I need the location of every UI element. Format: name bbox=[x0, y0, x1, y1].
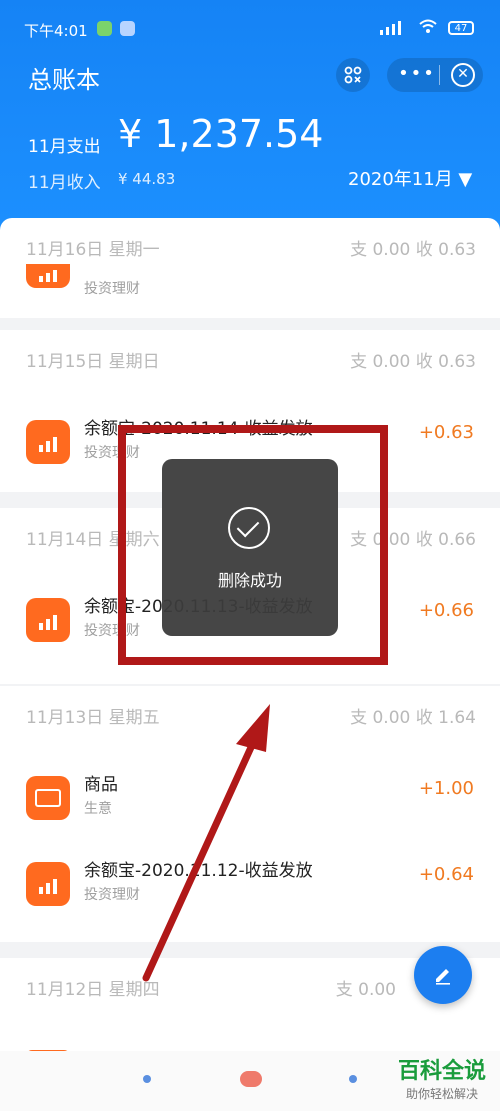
entry-category: 投资理财 bbox=[84, 887, 140, 903]
entry-amount: +0.63 bbox=[418, 422, 474, 443]
entry-title: 商品 bbox=[84, 775, 118, 795]
add-entry-button[interactable] bbox=[414, 946, 472, 1004]
entry-category: 投资理财 bbox=[84, 281, 140, 297]
signal-icon bbox=[380, 21, 408, 35]
system-nav-bar: 百科全说 助你轻松解决 bbox=[0, 1051, 500, 1111]
entry-category: 生意 bbox=[84, 801, 112, 817]
entry-amount: +1.00 bbox=[418, 778, 474, 799]
header-background: 下午4:01 47 总账本 ••• ✕ 11月支出 ¥ 1,237.54 11月… bbox=[0, 0, 500, 240]
miniapp-capsule: ••• ✕ bbox=[387, 58, 483, 92]
income-label: 11月收入 bbox=[28, 173, 101, 193]
day-card: 11月13日 星期五 支 0.00 收 1.64 商品 生意 +1.00 余额宝… bbox=[0, 686, 500, 942]
day-date: 11月15日 星期日 bbox=[26, 352, 160, 372]
entry-title: 余额宝-2020.11.12-收益发放 bbox=[84, 861, 313, 881]
annotation-highlight-box bbox=[118, 425, 388, 665]
app-notification-icon bbox=[120, 21, 135, 36]
day-card: 11月16日 星期一 支 0.00 收 0.63 投资理财 bbox=[0, 218, 500, 318]
day-summary: 支 0.00 收 1.64 bbox=[350, 708, 476, 728]
invest-icon bbox=[26, 598, 70, 642]
list-item[interactable]: 商品 生意 +1.00 bbox=[0, 758, 500, 834]
more-icon[interactable]: ••• bbox=[397, 63, 437, 84]
wechat-notification-icon bbox=[97, 21, 112, 36]
store-icon bbox=[26, 776, 70, 820]
entry-amount: +0.64 bbox=[418, 864, 474, 885]
day-date: 11月13日 星期五 bbox=[26, 708, 160, 728]
pencil-icon bbox=[436, 969, 450, 985]
list-item[interactable]: 余额宝-2020.11.12-收益发放 投资理财 +0.64 bbox=[0, 844, 500, 920]
invest-icon bbox=[26, 420, 70, 464]
day-summary: 支 0.00 bbox=[335, 980, 396, 1000]
month-picker[interactable]: 2020年11月 ▼ bbox=[348, 165, 472, 191]
nav-menu-button[interactable] bbox=[143, 1075, 151, 1083]
scan-icon bbox=[344, 66, 362, 84]
status-bar: 下午4:01 47 bbox=[0, 0, 500, 42]
page-title: 总账本 bbox=[28, 66, 100, 94]
spend-label: 11月支出 bbox=[28, 137, 101, 157]
spend-amount: ¥ 1,237.54 bbox=[118, 112, 324, 156]
day-header: 11月13日 星期五 支 0.00 收 1.64 bbox=[26, 686, 476, 746]
watermark-title: 百科全说 bbox=[397, 1059, 486, 1084]
close-icon[interactable]: ✕ bbox=[451, 63, 475, 87]
day-header: 11月12日 星期四 支 0.00 bbox=[26, 958, 476, 1018]
day-date: 11月12日 星期四 bbox=[26, 980, 160, 1000]
entry-amount: +0.66 bbox=[418, 600, 474, 621]
nav-home-button[interactable] bbox=[240, 1071, 262, 1087]
scan-button[interactable] bbox=[336, 58, 370, 92]
list-item[interactable]: 投资理财 bbox=[0, 252, 500, 312]
invest-icon bbox=[26, 264, 70, 288]
day-header: 11月15日 星期日 支 0.00 收 0.63 bbox=[26, 330, 476, 390]
battery-icon: 47 bbox=[448, 21, 474, 35]
day-summary: 支 0.00 收 0.63 bbox=[350, 352, 476, 372]
capsule-divider bbox=[439, 65, 440, 85]
nav-back-button[interactable] bbox=[349, 1075, 357, 1083]
invest-icon bbox=[26, 862, 70, 906]
income-amount: ¥ 44.83 bbox=[118, 170, 176, 188]
status-time: 下午4:01 bbox=[24, 22, 88, 40]
wifi-icon bbox=[418, 18, 438, 38]
watermark-subtitle: 助你轻松解决 bbox=[405, 1087, 478, 1101]
